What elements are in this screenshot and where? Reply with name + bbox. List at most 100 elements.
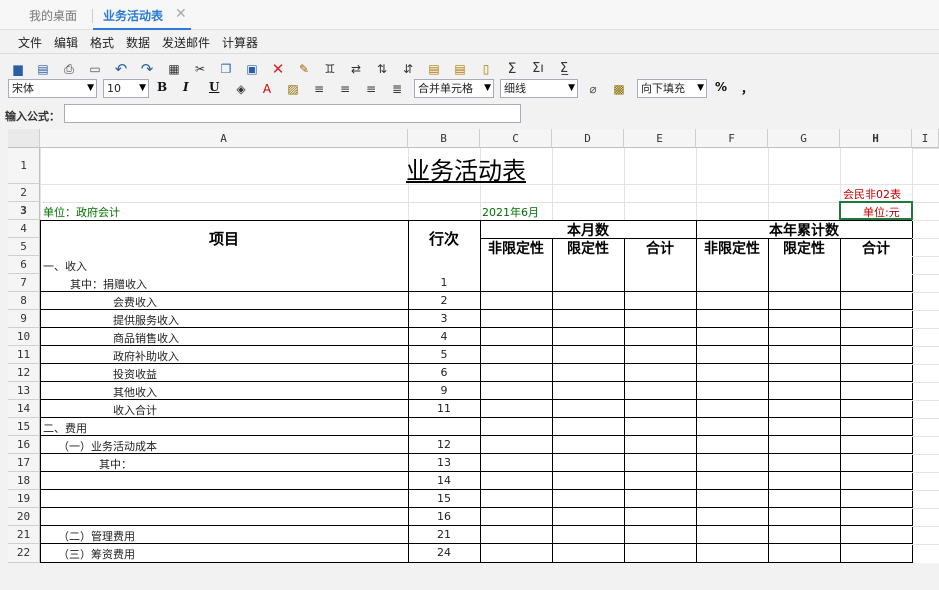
sum-row-icon[interactable]: Σı: [530, 61, 546, 77]
redo-icon[interactable]: ↷: [139, 61, 155, 77]
toolbar-main: ▆ ▤ ⎙ ▭ ↶ ↷ ▦ ✂ ❐ ▣ ✕ ✎ ♊ ⇄ ⇅ ⇵ ▤ ▤ ▯ Σ …: [0, 59, 939, 81]
paste-special-icon[interactable]: ▤: [426, 61, 442, 77]
row-header[interactable]: 16: [8, 436, 40, 454]
toolbar-format: 宋体 ▼ 10 ▼ B I U ◈ A ▨ ≡ ≡ ≡ ≣ 合并单元格 ▼ 细线 ▼ ⌀…: [0, 79, 939, 101]
cut-icon[interactable]: ✂: [192, 61, 208, 77]
border-style-select[interactable]: 细线 ▼: [500, 79, 578, 98]
fill-down-select[interactable]: 向下填充 ▼: [637, 79, 707, 98]
undo-icon[interactable]: ↶: [113, 61, 129, 77]
font-family-select[interactable]: 宋体 ▼: [8, 79, 97, 98]
eraser-icon[interactable]: ⌀: [585, 81, 601, 97]
merge-cells-select[interactable]: 合并单元格 ▼: [414, 79, 494, 98]
item-label: 政府补助收入: [113, 350, 179, 363]
row-header[interactable]: 15: [8, 418, 40, 436]
paste-icon[interactable]: ▣: [244, 61, 260, 77]
percent-button[interactable]: %: [715, 80, 727, 94]
row-header[interactable]: 10: [8, 328, 40, 346]
copy-icon[interactable]: ❐: [218, 61, 234, 77]
border-icon[interactable]: ▨: [285, 81, 301, 97]
row-header[interactable]: 13: [8, 382, 40, 400]
align-center-icon[interactable]: ≡: [337, 81, 353, 97]
formula-input[interactable]: [64, 104, 521, 123]
close-icon[interactable]: ✕: [175, 6, 187, 22]
justify-icon[interactable]: ≣: [389, 81, 405, 97]
row-header[interactable]: 4: [8, 220, 40, 238]
save-as-icon[interactable]: ▤: [35, 61, 51, 77]
align-left-icon[interactable]: ≡: [311, 81, 327, 97]
row-header[interactable]: 7: [8, 274, 40, 292]
row-header[interactable]: 12: [8, 364, 40, 382]
menu-calculator[interactable]: 计算器: [222, 34, 258, 51]
menu-edit[interactable]: 编辑: [54, 34, 78, 51]
selected-cell-h3[interactable]: [839, 201, 913, 220]
grid-icon[interactable]: ▦: [166, 61, 182, 77]
column-header-g[interactable]: G: [768, 129, 840, 148]
row-header[interactable]: 8: [8, 292, 40, 310]
header-ytd: 本年累计数: [769, 223, 839, 239]
tab-home[interactable]: 我的桌面: [29, 7, 77, 24]
sum-col-icon[interactable]: Σ̲: [556, 61, 572, 77]
item-label: 其他收入: [113, 386, 157, 399]
header-unrestricted: 非限定性: [488, 241, 544, 257]
column-header-b[interactable]: B: [408, 129, 480, 148]
menu-format[interactable]: 格式: [90, 34, 114, 51]
format-painter-icon[interactable]: ▩: [611, 81, 627, 97]
sum-icon[interactable]: Σ: [504, 61, 520, 77]
column-header-i[interactable]: I: [912, 129, 939, 148]
row-header[interactable]: 20: [8, 508, 40, 526]
comma-button[interactable]: ，: [741, 80, 753, 97]
row-header[interactable]: 6: [8, 256, 40, 274]
underline-button[interactable]: U: [209, 80, 219, 94]
column-header-a[interactable]: A: [40, 129, 408, 148]
delete-icon[interactable]: ✕: [270, 61, 286, 77]
row-header[interactable]: 21: [8, 526, 40, 544]
row-header[interactable]: 9: [8, 310, 40, 328]
row-header[interactable]: 22: [8, 544, 40, 563]
line-number: 6: [440, 366, 448, 379]
menu-send-email[interactable]: 发送邮件: [162, 34, 210, 51]
tab-business-activity[interactable]: 业务活动表: [93, 7, 192, 30]
column-header-e[interactable]: E: [624, 129, 696, 148]
column-header-d[interactable]: D: [552, 129, 624, 148]
row-header[interactable]: 5: [8, 238, 40, 256]
menu-data[interactable]: 数据: [126, 34, 150, 51]
replace-icon[interactable]: ⇄: [348, 61, 364, 77]
item-label: 收入合计: [113, 404, 157, 417]
row-header[interactable]: 1: [8, 148, 40, 184]
select-all-corner[interactable]: [8, 129, 40, 148]
row-header[interactable]: 19: [8, 490, 40, 508]
formula-label: 输入公式：: [5, 110, 60, 123]
column-header-h[interactable]: H: [840, 129, 912, 148]
align-right-icon[interactable]: ≡: [363, 81, 379, 97]
row-header[interactable]: 14: [8, 400, 40, 418]
item-label: 投资收益: [113, 368, 157, 381]
row-header[interactable]: 2: [8, 184, 40, 202]
font-color-icon[interactable]: A: [259, 81, 275, 97]
fill-color-icon[interactable]: ◈: [233, 81, 249, 97]
row-header[interactable]: 18: [8, 472, 40, 490]
header-line: 行次: [428, 230, 459, 248]
column-header-c[interactable]: C: [480, 129, 552, 148]
find-icon[interactable]: ♊: [322, 61, 338, 77]
border-style-value: 细线: [504, 82, 526, 95]
sort-asc-icon[interactable]: ⇅: [374, 61, 390, 77]
brush-icon[interactable]: ✎: [296, 61, 312, 77]
print-preview-icon[interactable]: ⎙: [61, 61, 77, 77]
sort-desc-icon[interactable]: ⇵: [400, 61, 416, 77]
header-unrestricted: 非限定性: [704, 241, 760, 257]
item-label: 商品销售收入: [113, 332, 179, 345]
row-header[interactable]: 3: [8, 202, 40, 220]
font-size-select[interactable]: 10 ▼: [103, 79, 149, 98]
row-header[interactable]: 17: [8, 454, 40, 472]
line-number: 9: [440, 384, 448, 397]
save-icon[interactable]: ▆: [10, 61, 26, 77]
spreadsheet[interactable]: A B C D E F G H I 1 2 3 4 5 6 7 8 9 10 1…: [8, 129, 939, 563]
page-icon[interactable]: ▯: [478, 61, 494, 77]
italic-button[interactable]: I: [183, 80, 189, 94]
menu-file[interactable]: 文件: [18, 34, 42, 51]
print-icon[interactable]: ▭: [87, 61, 103, 77]
row-header[interactable]: 11: [8, 346, 40, 364]
column-header-f[interactable]: F: [696, 129, 768, 148]
paste-values-icon[interactable]: ▤: [452, 61, 468, 77]
bold-button[interactable]: B: [157, 80, 167, 94]
